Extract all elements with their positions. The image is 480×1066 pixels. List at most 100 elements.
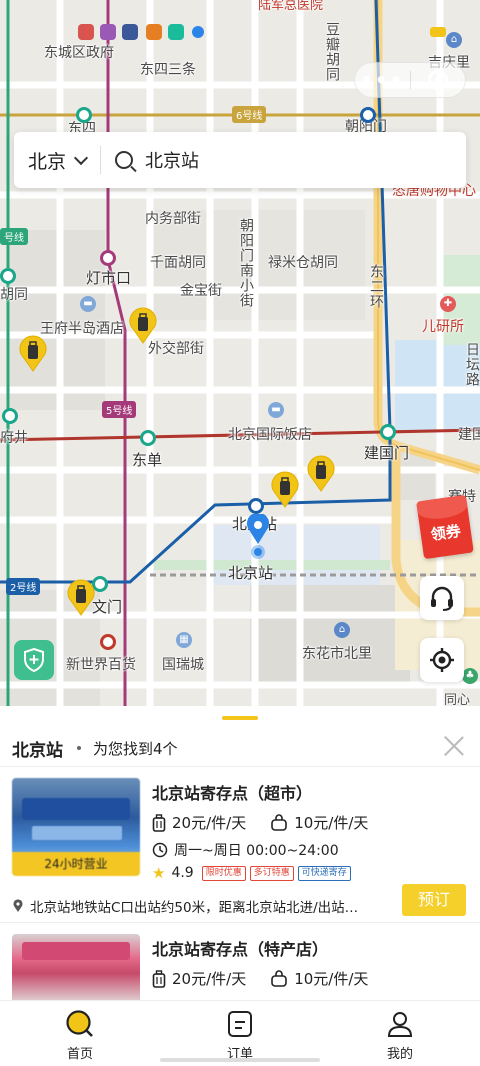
map-label-neiwubu: 内务部街 bbox=[145, 211, 201, 227]
open-24h-badge: 24小时营业 bbox=[12, 852, 140, 876]
store-address: 北京站地铁站C口出站约50米，距离北京站北进/出站… bbox=[12, 896, 387, 916]
luggage-pin-icon[interactable] bbox=[306, 454, 336, 492]
metro-station-icon bbox=[100, 250, 116, 266]
map-label-wangfu-hotel: 王府半岛酒店 bbox=[40, 321, 124, 337]
map-label-xinshijie: 新世界百货 bbox=[66, 657, 136, 673]
luggage-pin-icon[interactable] bbox=[270, 470, 300, 508]
sheet-header: 北京站 为您找到4个 bbox=[0, 728, 480, 768]
map-label-dengshikou: 灯市口 bbox=[86, 269, 132, 287]
map-label-donghua: 东花市北里 bbox=[302, 646, 372, 662]
search-icon bbox=[115, 151, 134, 169]
locate-me-button[interactable] bbox=[420, 638, 464, 682]
results-sheet: 北京站 为您找到4个 24小时营业 北京站寄存点（超市） 20元/件/天 10元… bbox=[0, 706, 480, 1000]
book-button[interactable]: 预订 bbox=[402, 884, 466, 916]
tab-profile[interactable]: 我的 bbox=[320, 1001, 480, 1066]
tree-icon: ♣ bbox=[462, 668, 478, 684]
map-label-ertong: 儿研所 bbox=[422, 319, 464, 335]
rating-score: 4.9 bbox=[171, 865, 194, 881]
more-icon[interactable]: ••• bbox=[355, 68, 410, 92]
metro-station-icon bbox=[360, 107, 376, 123]
app-icon bbox=[146, 24, 162, 40]
map-label-ritan: 日坛路 bbox=[464, 342, 480, 387]
map-label-qianmian: 千面胡同 bbox=[150, 255, 206, 271]
store-card[interactable]: 24小时营业 北京站寄存点（超市） 20元/件/天 10元/件/天 周一~周日 … bbox=[0, 778, 480, 928]
coupon-button[interactable]: 领券 bbox=[416, 494, 474, 560]
small-item-price: 10元/件/天 bbox=[294, 814, 369, 832]
luggage-pin-icon[interactable] bbox=[66, 578, 96, 616]
address-text: 北京站地铁站C口出站约50米，距离北京站北进/出站… bbox=[30, 900, 359, 916]
headset-icon bbox=[431, 586, 453, 611]
map-label-jinbao: 金宝街 bbox=[180, 283, 222, 299]
sheet-title: 北京站 bbox=[12, 740, 63, 761]
house-icon: ⌂ bbox=[334, 622, 350, 638]
battery-icon bbox=[430, 27, 446, 37]
home-indicator bbox=[160, 1058, 320, 1062]
map-label-bj-hotel: 北京国际饭店 bbox=[228, 427, 312, 443]
chevron-down-icon bbox=[73, 150, 89, 165]
clock-icon bbox=[152, 842, 168, 858]
location-icon bbox=[13, 899, 23, 912]
sheet-handle[interactable] bbox=[222, 716, 258, 720]
map-label-guoruicheng: 国瑞城 bbox=[162, 657, 204, 673]
service-tag: 可快递寄存 bbox=[297, 865, 351, 881]
map-label-wangfujing: 府井 bbox=[0, 430, 28, 446]
bag-icon bbox=[271, 969, 288, 987]
app-icon bbox=[168, 24, 184, 40]
map-label-lumicang: 禄米仓胡同 bbox=[268, 255, 338, 271]
star-icon: ★ bbox=[152, 864, 166, 882]
price-info: 20元/件/天 10元/件/天 bbox=[152, 968, 368, 989]
line-badge-2: 2号线 bbox=[6, 578, 41, 595]
coupon-label: 领券 bbox=[429, 521, 462, 544]
price-info: 20元/件/天 10元/件/天 bbox=[152, 812, 368, 833]
promo-tag: 多订特惠 bbox=[249, 865, 294, 881]
close-miniprogram-button[interactable] bbox=[411, 70, 466, 90]
promo-tag: 限时优惠 bbox=[201, 865, 246, 881]
tab-label: 首页 bbox=[66, 1047, 93, 1062]
search-input[interactable]: 北京站 bbox=[145, 147, 199, 173]
map-view[interactable]: 陆军总医院 东城区政府 东四三条 豆瓣胡同 吉庆里 朝阳门 东四 恣唐购物中心 … bbox=[0, 0, 480, 706]
map-label-tongxin: 同心 bbox=[444, 693, 471, 706]
bed-icon: ▬ bbox=[80, 296, 96, 312]
location-pin-icon bbox=[247, 514, 269, 559]
map-label-dongsi-santiao: 东四三条 bbox=[140, 62, 196, 78]
city-label: 北京 bbox=[28, 150, 67, 173]
city-selector[interactable]: 北京 bbox=[14, 132, 100, 188]
metro-station-icon bbox=[76, 107, 92, 123]
app-icon bbox=[122, 24, 138, 40]
customer-service-button[interactable] bbox=[420, 576, 464, 620]
hours-text: 周一~周日 00:00~24:00 bbox=[174, 843, 339, 859]
map-label-chaoyangmen-nanxiaojie: 朝阳门南小街 bbox=[238, 218, 254, 308]
opening-hours: 周一~周日 00:00~24:00 bbox=[152, 840, 339, 860]
map-label-jianguomen: 建国门 bbox=[364, 444, 410, 462]
suitcase-icon bbox=[152, 813, 166, 832]
tab-bar: 首页 订单 我的 bbox=[0, 1000, 480, 1066]
map-label-chongwenmen: 文门 bbox=[92, 598, 123, 616]
map-label-dongdan: 东单 bbox=[132, 451, 163, 469]
miniprogram-capsule: ••• bbox=[354, 62, 466, 98]
bed-icon: ▬ bbox=[268, 402, 284, 418]
search-home-icon bbox=[66, 1010, 93, 1037]
insurance-button[interactable] bbox=[14, 640, 54, 680]
map-label-bjz-station: 北京站 bbox=[228, 564, 274, 582]
store-photo bbox=[12, 934, 140, 1000]
tab-label: 我的 bbox=[386, 1047, 413, 1062]
metro-station-icon bbox=[2, 408, 18, 424]
bag-icon bbox=[271, 813, 288, 831]
line-badge-6: 6号线 bbox=[232, 106, 267, 123]
hospital-icon: ✚ bbox=[440, 296, 456, 312]
luggage-pin-icon[interactable] bbox=[128, 306, 158, 344]
store-name: 北京站寄存点（特产店） bbox=[152, 940, 329, 959]
suitcase-icon bbox=[152, 969, 166, 988]
tab-home[interactable]: 首页 bbox=[0, 1001, 160, 1066]
search-bar: 北京 北京站 bbox=[14, 132, 466, 188]
map-label-dongcheng-gov: 东城区政府 bbox=[44, 45, 114, 61]
store-name: 北京站寄存点（超市） bbox=[152, 784, 313, 803]
shield-icon bbox=[24, 647, 44, 673]
store-card[interactable]: 北京站寄存点（特产店） 20元/件/天 10元/件/天 bbox=[0, 934, 480, 1000]
tab-orders[interactable]: 订单 bbox=[160, 1001, 320, 1066]
crosshair-icon bbox=[430, 648, 454, 672]
line-badge-5: 5号线 bbox=[102, 401, 137, 418]
app-icon bbox=[78, 24, 94, 40]
luggage-pin-icon[interactable] bbox=[18, 334, 48, 372]
close-icon[interactable] bbox=[444, 736, 464, 756]
